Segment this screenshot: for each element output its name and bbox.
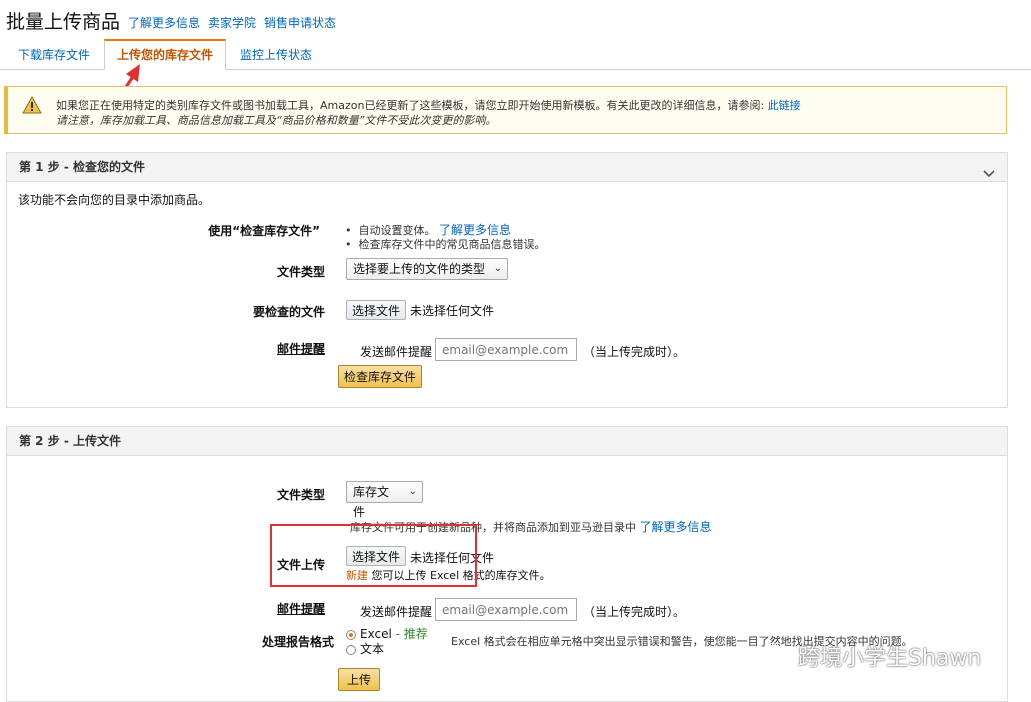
tab-download-inventory[interactable]: 下载库存文件 xyxy=(6,40,102,68)
step1-email-suffix: （当上传完成时）。 xyxy=(583,345,686,359)
step1-file-type-label: 文件类型 xyxy=(276,265,325,279)
radio-excel-label: Excel xyxy=(360,627,392,641)
radio-text[interactable]: 文本 xyxy=(346,640,384,657)
tab-bar: 下载库存文件 上传您的库存文件 监控上传状态 xyxy=(0,39,1031,70)
bullet-errors: 检查库存文件中的常见商品信息错误。 xyxy=(358,238,546,251)
annotation-box xyxy=(270,524,477,587)
step2-learn-more-link[interactable]: 了解更多信息 xyxy=(640,520,712,534)
learn-more-link[interactable]: 了解更多信息 xyxy=(128,14,200,34)
report-format-label: 处理报告格式 xyxy=(261,635,334,649)
template-update-alert: 如果您正在使用特定的类别库存文件或图书加载工具，Amazon已经更新了这些模板，… xyxy=(4,86,1007,134)
step1-file-type-select[interactable]: 选择要上传的文件的类型 ⌄ xyxy=(346,258,508,280)
alert-link[interactable]: 此链接 xyxy=(768,99,801,112)
step1-choose-file-button[interactable]: 选择文件 xyxy=(346,300,407,320)
step1-intro: 该功能不会向您的目录中添加商品。 xyxy=(18,193,211,207)
alert-text: 如果您正在使用特定的类别库存文件或图书加载工具，Amazon已经更新了这些模板，… xyxy=(56,99,765,112)
step2-email-suffix: （当上传完成时）。 xyxy=(583,605,686,619)
step2-email-label: 邮件提醒 xyxy=(276,602,325,616)
step1-no-file-text: 未选择任何文件 xyxy=(410,304,495,318)
seller-university-link[interactable]: 卖家学院 xyxy=(208,14,256,34)
step1-title: 第 1 步 - 检查您的文件 xyxy=(19,160,146,174)
step1-email-label: 邮件提醒 xyxy=(276,342,325,356)
radio-selected-icon[interactable] xyxy=(346,629,356,640)
use-check-label: 使用“检查库存文件” xyxy=(208,224,320,238)
step1-email-input[interactable] xyxy=(435,338,577,361)
tab-monitor-upload[interactable]: 监控上传状态 xyxy=(228,40,324,68)
wechat-icon xyxy=(762,644,792,674)
step2-file-type-label: 文件类型 xyxy=(276,488,325,502)
step1-email-text: 发送邮件提醒 xyxy=(360,345,433,359)
radio-unselected-icon[interactable] xyxy=(346,644,356,655)
bullet-dot: • xyxy=(345,238,359,251)
watermark-text: 跨境小学生Shawn xyxy=(798,646,982,671)
page-title: 批量上传商品 xyxy=(6,11,121,33)
step2-email-input[interactable] xyxy=(435,598,577,621)
alert-note: 请注意，库存加载工具、商品信息加载工具及“商品价格和数量”文件不受此次变更的影响… xyxy=(56,114,497,127)
page-header: 批量上传商品 了解更多信息 卖家学院 销售申请状态 xyxy=(6,6,336,34)
selling-application-status-link[interactable]: 销售申请状态 xyxy=(264,14,336,34)
step2-email-text: 发送邮件提醒 xyxy=(360,605,433,619)
check-inventory-button[interactable]: 检查库存文件 xyxy=(338,365,423,388)
step1-header[interactable]: 第 1 步 - 检查您的文件 xyxy=(7,153,1007,182)
warning-icon xyxy=(22,95,42,117)
chevron-down-icon: ⌄ xyxy=(408,486,417,497)
step2-file-type-select[interactable]: 库存文件 ⌄ xyxy=(346,481,423,519)
upload-button[interactable]: 上传 xyxy=(338,668,381,691)
recommend-tag: - 推荐 xyxy=(395,627,428,641)
step1-file-type-value: 选择要上传的文件的类型 xyxy=(353,262,486,276)
chevron-down-icon: ⌄ xyxy=(493,263,502,274)
step2-title: 第 2 步 - 上传文件 xyxy=(19,434,122,448)
radio-text-label: 文本 xyxy=(360,642,385,656)
watermark: 跨境小学生Shawn xyxy=(762,640,981,674)
check-file-label: 要检查的文件 xyxy=(252,305,325,319)
chevron-down-icon[interactable] xyxy=(983,161,995,189)
step1-learn-more-link[interactable]: 了解更多信息 xyxy=(439,223,511,237)
step2-header: 第 2 步 - 上传文件 xyxy=(7,427,1007,456)
